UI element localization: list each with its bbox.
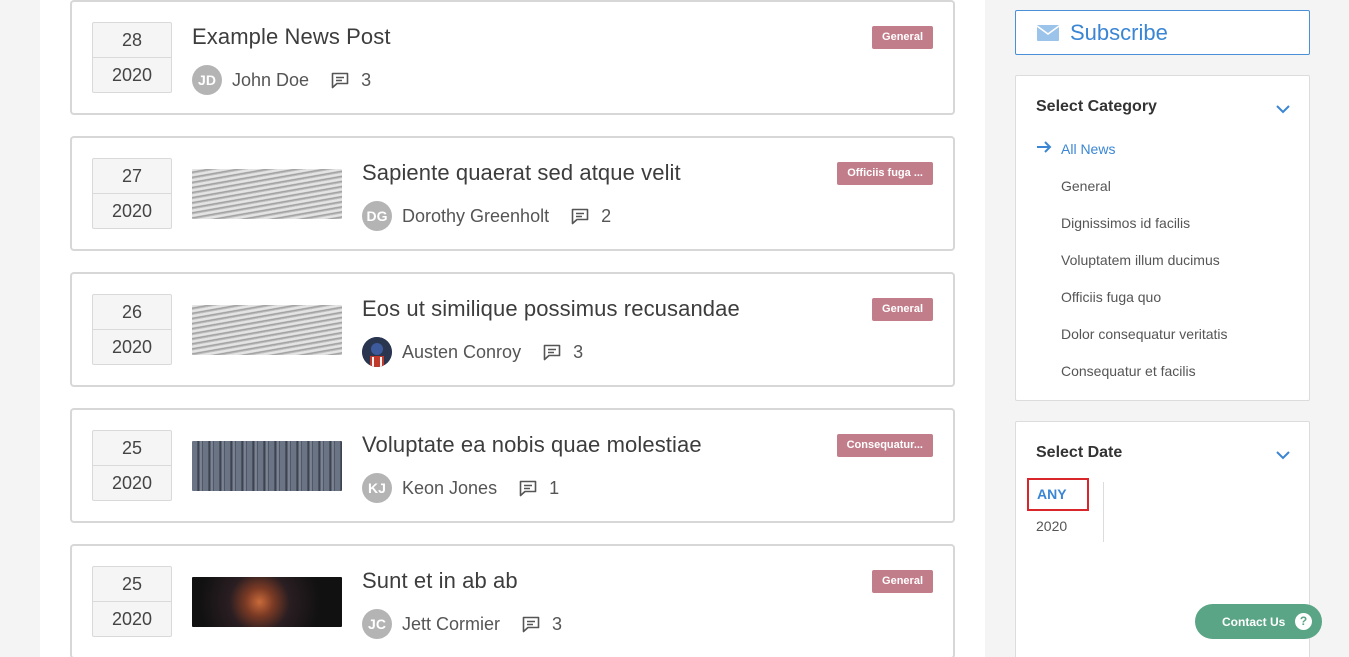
category-list: All News General Dignissimos id facilis …	[1036, 138, 1228, 397]
category-badge[interactable]: Consequatur...	[836, 434, 933, 457]
post-thumbnail[interactable]	[192, 577, 342, 627]
subscribe-label: Subscribe	[1070, 19, 1168, 45]
post-date: 26 2020	[92, 294, 172, 365]
post-day: 25	[93, 431, 171, 466]
post-title[interactable]: Eos ut similique possimus recusandae	[362, 296, 740, 322]
news-post-card[interactable]: 26 2020 Eos ut similique possimus recusa…	[70, 272, 955, 387]
post-meta: JC Jett Cormier 3	[362, 609, 562, 639]
post-meta: DG Dorothy Greenholt 2	[362, 201, 611, 231]
author-name[interactable]: Dorothy Greenholt	[402, 206, 549, 227]
date-option-any[interactable]: ANY	[1027, 478, 1089, 511]
post-thumbnail[interactable]	[192, 169, 342, 219]
news-post-card[interactable]: 25 2020 Voluptate ea nobis quae molestia…	[70, 408, 955, 523]
author-avatar: JC	[362, 609, 392, 639]
post-day: 25	[93, 567, 171, 602]
category-item[interactable]: General	[1036, 175, 1228, 212]
post-title[interactable]: Voluptate ea nobis quae molestiae	[362, 432, 702, 458]
comment-icon	[571, 208, 589, 224]
news-post-card[interactable]: 28 2020 Example News Post JD John Doe 3 …	[70, 0, 955, 115]
contact-us-button[interactable]: Contact Us ?	[1195, 604, 1322, 639]
contact-label: Contact Us	[1222, 614, 1286, 629]
post-date: 27 2020	[92, 158, 172, 229]
date-option-year[interactable]: 2020	[1036, 518, 1067, 534]
post-title[interactable]: Sapiente quaerat sed atque velit	[362, 160, 681, 186]
category-badge[interactable]: General	[872, 298, 933, 321]
category-item[interactable]: Voluptatem illum ducimus	[1036, 249, 1228, 286]
arrow-right-icon	[1037, 141, 1052, 153]
comment-icon	[522, 616, 540, 632]
comment-count: 3	[361, 69, 372, 90]
post-year: 2020	[111, 337, 153, 357]
category-heading: Select Category	[1036, 98, 1157, 115]
comment-count: 2	[601, 205, 612, 226]
post-meta: KJ Keon Jones 1	[362, 473, 559, 503]
category-label: All News	[1061, 141, 1116, 157]
news-post-card[interactable]: 25 2020 Sunt et in ab ab JC Jett Cormier…	[70, 544, 955, 657]
comment-icon	[519, 480, 537, 496]
category-item[interactable]: Officiis fuga quo	[1036, 286, 1228, 323]
category-item[interactable]: Consequatur et facilis	[1036, 360, 1228, 397]
author-name[interactable]: Jett Cormier	[402, 614, 500, 635]
author-avatar	[362, 337, 392, 367]
post-day: 27	[93, 159, 171, 194]
category-badge[interactable]: Officiis fuga ...	[837, 162, 933, 185]
author-avatar: KJ	[362, 473, 392, 503]
comments[interactable]: 3	[331, 70, 371, 91]
post-year: 2020	[111, 65, 153, 85]
post-year: 2020	[111, 609, 153, 629]
author-name[interactable]: Keon Jones	[402, 478, 497, 499]
date-divider	[1103, 482, 1104, 542]
post-thumbnail[interactable]	[192, 305, 342, 355]
chevron-down-icon[interactable]	[1275, 450, 1291, 460]
date-heading: Select Date	[1036, 444, 1123, 461]
comment-icon	[543, 344, 561, 360]
post-meta: Austen Conroy 3	[362, 337, 583, 367]
subscribe-button[interactable]: Subscribe	[1015, 10, 1310, 55]
category-item[interactable]: Dignissimos id facilis	[1036, 212, 1228, 249]
category-item-all-news[interactable]: All News	[1036, 138, 1228, 175]
category-item[interactable]: Dolor consequatur veritatis	[1036, 323, 1228, 360]
post-day: 26	[93, 295, 171, 330]
author-avatar: JD	[192, 65, 222, 95]
post-date: 25 2020	[92, 566, 172, 637]
post-date: 28 2020	[92, 22, 172, 93]
post-date: 25 2020	[92, 430, 172, 501]
comment-count: 3	[552, 613, 563, 634]
author-avatar: DG	[362, 201, 392, 231]
post-title[interactable]: Sunt et in ab ab	[362, 568, 518, 594]
post-thumbnail[interactable]	[192, 441, 342, 491]
post-year: 2020	[111, 473, 153, 493]
post-year: 2020	[111, 201, 153, 221]
category-badge[interactable]: General	[872, 26, 933, 49]
news-post-card[interactable]: 27 2020 Sapiente quaerat sed atque velit…	[70, 136, 955, 251]
avatar-image-icon	[362, 337, 392, 367]
question-icon: ?	[1295, 613, 1312, 630]
post-meta: JD John Doe 3	[192, 65, 371, 95]
chevron-down-icon[interactable]	[1275, 104, 1291, 114]
post-day: 28	[93, 23, 171, 58]
envelope-icon	[1036, 24, 1060, 41]
comment-count: 1	[549, 477, 560, 498]
comments[interactable]: 1	[519, 478, 559, 499]
author-name[interactable]: John Doe	[232, 70, 309, 91]
news-list: 28 2020 Example News Post JD John Doe 3 …	[40, 0, 985, 657]
comment-count: 3	[573, 341, 584, 362]
comment-icon	[331, 72, 349, 88]
post-title[interactable]: Example News Post	[192, 24, 391, 50]
author-name[interactable]: Austen Conroy	[402, 342, 521, 363]
comments[interactable]: 2	[571, 206, 611, 227]
comments[interactable]: 3	[543, 342, 583, 363]
category-badge[interactable]: General	[872, 570, 933, 593]
comments[interactable]: 3	[522, 614, 562, 635]
category-panel: Select Category All News General Digniss…	[1015, 75, 1310, 401]
